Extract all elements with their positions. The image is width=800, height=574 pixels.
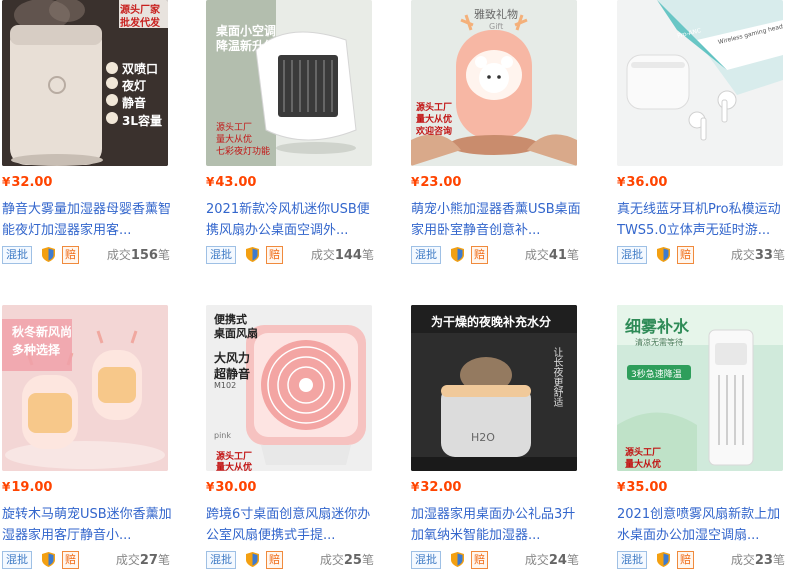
image-text: 双喷口 — [122, 62, 159, 76]
product-title[interactable]: 静音大雾量加湿器母婴香薰智能夜灯加湿器家用客... — [2, 199, 172, 241]
product-card[interactable]: 细雾补水 清凉无需等待 3秒急速降温 源头工厂 量大从优 ¥35.00 2021… — [617, 305, 785, 569]
sales-count: 成交27笔 — [115, 553, 170, 568]
image-text: 让长夜更舒适 — [551, 347, 562, 407]
product-title[interactable]: 加湿器家用桌面办公礼品3升加氧纳米智能加湿器... — [411, 504, 581, 546]
image-text: 夜灯 — [122, 79, 147, 93]
product-card[interactable]: 秋冬新风尚 多种选择 ¥19.00 旋转木马萌宠USB迷你香薰加湿器家用客厅静音… — [2, 305, 172, 569]
image-text: 批发代发 — [120, 18, 160, 29]
compensation-badge[interactable]: 赔 — [266, 551, 283, 569]
image-text: M102 — [214, 381, 237, 390]
product-price: ¥32.00 — [2, 175, 53, 190]
product-image[interactable]: 便携式 桌面风扇 大风力 超静音 M102 pink 源头工厂 量大从优 — [206, 305, 372, 471]
image-text: Gift — [489, 22, 504, 31]
shield-icon[interactable] — [246, 247, 259, 262]
shield-icon[interactable] — [246, 552, 259, 567]
product-image[interactable]: 桌面小空调 降温新升级 源头工厂 量大从优 七彩夜灯功能 — [206, 0, 372, 166]
compensation-badge[interactable]: 赔 — [471, 551, 488, 569]
image-text: 量大从优 — [625, 460, 662, 470]
compensation-badge[interactable]: 赔 — [62, 551, 79, 569]
image-text: H2O — [471, 431, 495, 444]
compensation-badge[interactable]: 赔 — [677, 551, 694, 569]
product-image[interactable]: 为干燥的夜晚补充水分 H2O 让长夜更舒适 — [411, 305, 577, 471]
image-text: 超静音 — [214, 367, 251, 381]
product-title[interactable]: 萌宠小熊加湿器香薰USB桌面家用卧室静音创意补... — [411, 199, 581, 241]
mixed-batch-badge[interactable]: 混批 — [411, 551, 441, 569]
image-text: 3L容量 — [122, 114, 162, 128]
sales-count: 成交23笔 — [730, 553, 785, 568]
product-card[interactable]: 为干燥的夜晚补充水分 H2O 让长夜更舒适 ¥32.00 加湿器家用桌面办公礼品… — [411, 305, 579, 569]
sales-count: 成交33笔 — [730, 248, 785, 263]
product-card[interactable]: 桌面小空调 降温新升级 源头工厂 量大从优 七彩夜灯功能 ¥43.00 2021… — [206, 0, 374, 264]
sales-count: 成交41笔 — [524, 248, 579, 263]
compensation-badge[interactable]: 赔 — [266, 246, 283, 264]
mixed-batch-badge[interactable]: 混批 — [206, 246, 236, 264]
product-price: ¥43.00 — [206, 175, 257, 190]
image-text: 静音 — [122, 96, 147, 110]
mixed-batch-badge[interactable]: 混批 — [206, 551, 236, 569]
shield-icon[interactable] — [657, 247, 670, 262]
shield-icon[interactable] — [451, 552, 464, 567]
image-text: 雅致礼物 — [474, 8, 518, 21]
image-text: 为干燥的夜晚补充水分 — [431, 315, 552, 329]
mixed-batch-badge[interactable]: 混批 — [2, 246, 32, 264]
product-card[interactable]: 雅致礼物 Gift 源头工厂 量大从优 欢迎咨询 ¥23.00 萌宠小熊加湿器香… — [411, 0, 581, 264]
product-title[interactable]: 跨境6寸桌面创意风扇迷你办公室风扇便携式手提... — [206, 504, 376, 546]
product-title[interactable]: 2021新款冷风机迷你USB便携风扇办公桌面空调外... — [206, 199, 376, 241]
product-title[interactable]: 2021创意喷雾风扇新款上加水桌面办公加湿空调扇... — [617, 504, 787, 546]
product-card[interactable]: 源头厂家 批发代发 双喷口 夜灯 静音 3L容量 ¥32.00 静音大雾量加湿器… — [2, 0, 171, 264]
image-text: 细雾补水 — [625, 317, 690, 336]
shield-icon[interactable] — [657, 552, 670, 567]
image-text: 量大从优 — [216, 463, 253, 471]
product-price: ¥23.00 — [411, 175, 462, 190]
product-card[interactable]: 便携式 桌面风扇 大风力 超静音 M102 pink 源头工厂 量大从优 ¥30… — [206, 305, 374, 569]
product-image[interactable]: 源头厂家 批发代发 双喷口 夜灯 静音 3L容量 — [2, 0, 168, 166]
product-image[interactable]: 细雾补水 清凉无需等待 3秒急速降温 源头工厂 量大从优 — [617, 305, 783, 471]
product-image[interactable]: Pro-ANC Wireless gaming headset — [617, 0, 783, 166]
shield-icon[interactable] — [42, 552, 55, 567]
image-text: 大风力 — [214, 351, 251, 365]
image-text: pink — [214, 431, 232, 440]
image-text: 桌面风扇 — [214, 327, 258, 340]
product-price: ¥35.00 — [617, 480, 668, 495]
sales-count: 成交25笔 — [319, 553, 374, 568]
compensation-badge[interactable]: 赔 — [677, 246, 694, 264]
product-card[interactable]: Pro-ANC Wireless gaming headset ¥36.00 真… — [617, 0, 785, 264]
product-title[interactable]: 旋转木马萌宠USB迷你香薰加湿器家用客厅静音小... — [2, 504, 172, 546]
sales-count: 成交144笔 — [310, 248, 374, 263]
product-price: ¥19.00 — [2, 480, 53, 495]
earbuds-graphic — [617, 0, 783, 166]
image-text: 欢迎咨询 — [416, 127, 453, 137]
product-price: ¥36.00 — [617, 175, 668, 190]
image-text: 清凉无需等待 — [635, 338, 683, 347]
image-text: 降温新升级 — [216, 39, 277, 53]
product-title[interactable]: 真无线蓝牙耳机Pro私模运动TWS5.0立体声无延时游... — [617, 199, 787, 241]
mixed-batch-badge[interactable]: 混批 — [617, 246, 647, 264]
product-price: ¥30.00 — [206, 480, 257, 495]
mixed-batch-badge[interactable]: 混批 — [617, 551, 647, 569]
sales-count: 成交156笔 — [106, 248, 170, 263]
mixed-batch-badge[interactable]: 混批 — [411, 246, 441, 264]
image-text: 3秒急速降温 — [631, 370, 682, 380]
product-price: ¥32.00 — [411, 480, 462, 495]
shield-icon[interactable] — [42, 247, 55, 262]
sales-count: 成交24笔 — [524, 553, 579, 568]
image-text: 七彩夜灯功能 — [216, 147, 271, 157]
compensation-badge[interactable]: 赔 — [62, 246, 79, 264]
mixed-batch-badge[interactable]: 混批 — [2, 551, 32, 569]
image-text: 多种选择 — [12, 343, 61, 357]
shield-icon[interactable] — [451, 247, 464, 262]
compensation-badge[interactable]: 赔 — [471, 246, 488, 264]
product-image[interactable]: 秋冬新风尚 多种选择 — [2, 305, 168, 471]
image-text: 秋冬新风尚 — [12, 325, 73, 339]
product-image[interactable]: 雅致礼物 Gift 源头工厂 量大从优 欢迎咨询 — [411, 0, 577, 166]
